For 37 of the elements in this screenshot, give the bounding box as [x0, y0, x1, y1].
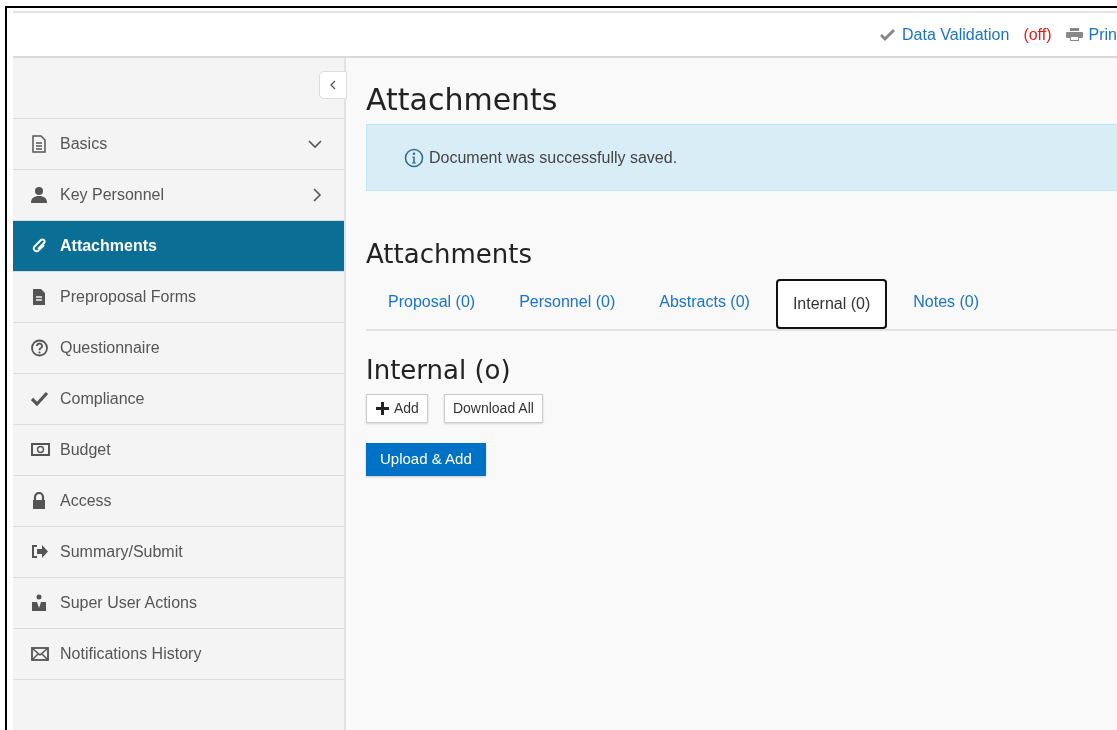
check-icon: [31, 390, 50, 408]
add-button[interactable]: Add: [366, 394, 428, 423]
sidebar-item[interactable]: Budget: [13, 425, 344, 476]
download-all-button[interactable]: Download All: [443, 394, 543, 423]
sidebar-item[interactable]: Notifications History: [13, 629, 344, 680]
check-icon: [880, 27, 897, 42]
person-icon: [31, 186, 50, 204]
panel-title: Internal (o): [366, 354, 512, 387]
plus-icon: [375, 401, 390, 416]
tab[interactable]: Notes (0): [891, 279, 1002, 325]
alert-message: Document was successfully saved.: [429, 147, 678, 168]
sign-out-icon: [31, 543, 50, 561]
envelope-icon: [31, 645, 50, 663]
sidebar-item[interactable]: Preproposal Forms: [13, 272, 344, 323]
help-icon: [31, 339, 50, 357]
sidebar-item[interactable]: Basics: [13, 119, 344, 170]
printer-icon: [1065, 27, 1083, 42]
page-title: Attachments: [366, 82, 559, 118]
sidebar-item[interactable]: Compliance: [13, 374, 344, 425]
tab[interactable]: Proposal (0): [366, 279, 498, 325]
money-icon: [31, 441, 50, 459]
validation-status: (off): [1023, 24, 1052, 45]
sidebar-item[interactable]: Super User Actions: [13, 578, 344, 629]
tab[interactable]: Personnel (0): [497, 279, 638, 325]
sidebar-item[interactable]: Access: [13, 476, 344, 527]
section-title: Attachments: [366, 238, 533, 271]
collapse-button[interactable]: [319, 71, 347, 99]
tab[interactable]: Internal (0): [775, 279, 888, 329]
tab[interactable]: Abstracts (0): [637, 279, 772, 325]
data-validation-link[interactable]: Data Validation: [902, 22, 1010, 47]
info-icon: [404, 147, 424, 168]
sidebar-item[interactable]: Attachments: [13, 221, 344, 272]
chevron-left-icon: [329, 80, 337, 90]
upload-add-button[interactable]: Upload & Add: [366, 443, 486, 476]
sidebar-item[interactable]: Summary/Submit: [13, 527, 344, 578]
print-link[interactable]: Prin: [1088, 22, 1117, 47]
sidebar-item[interactable]: Questionnaire: [13, 323, 344, 374]
